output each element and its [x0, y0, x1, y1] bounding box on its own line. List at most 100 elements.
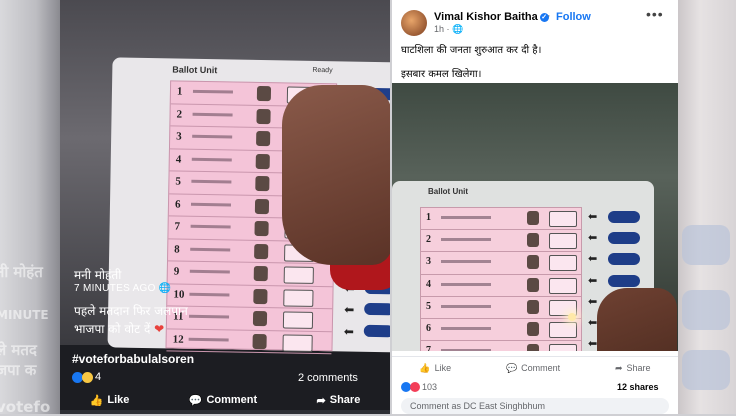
candidate-number: 10	[173, 288, 185, 301]
ghost-text: MINUTE	[0, 308, 49, 322]
arrow-left-icon: ⬅	[588, 232, 598, 245]
comment-label: Comment	[206, 394, 258, 406]
blurred-shape	[682, 350, 730, 390]
voter-hand	[282, 85, 390, 265]
share-label: Share	[626, 363, 651, 373]
party-symbol	[549, 321, 577, 338]
ballot-row: 9	[167, 261, 333, 287]
ghost-text: ले मतद	[0, 341, 37, 359]
ballot-row: 5	[421, 297, 581, 319]
arrow-left-icon: ⬅	[588, 211, 598, 223]
party-symbol	[549, 211, 577, 227]
candidate-number: 12	[172, 332, 184, 346]
candidate-photo	[253, 265, 268, 282]
candidate-number: 4	[175, 153, 182, 166]
blurred-background-right	[676, 0, 736, 414]
story-caption-line1: पहले मतदान फिर जलपान	[74, 304, 188, 318]
facebook-post: Vimal Kishor Baitha ✓ · Follow ••• 1h · 🌐…	[392, 0, 678, 414]
ready-led	[568, 313, 576, 321]
ghost-text: votefo	[0, 398, 51, 416]
candidate-name	[189, 269, 230, 274]
avatar[interactable]	[401, 10, 427, 36]
candidate-number: 7	[426, 345, 431, 351]
thumbs-up-icon: 👍	[419, 362, 431, 373]
candidate-name	[441, 282, 491, 286]
ghost-text: जपा क	[0, 361, 37, 379]
party-symbol	[282, 333, 313, 352]
candidate-photo	[253, 288, 268, 304]
arrow-left-icon: ⬅	[588, 316, 598, 329]
ready-label: Ready	[312, 66, 333, 75]
comments-count-link[interactable]: 2 comments	[298, 372, 358, 384]
candidate-name	[190, 202, 232, 206]
story-caption-line2: भाजपा को वोट दें ❤	[74, 320, 164, 337]
candidate-name	[192, 134, 233, 139]
comment-label: Comment	[521, 363, 561, 373]
post-photo[interactable]: Ballot Unit 1 2 3 4 5 6 7 ⬅ ⬅ ⬅ ⬅ ⬅ ⬅ ⬅	[392, 83, 678, 351]
arrow-left-icon: ⬅	[588, 253, 598, 266]
candidate-photo	[252, 333, 267, 349]
arrow-left-icon: ⬅	[588, 295, 598, 308]
party-symbol	[549, 255, 577, 272]
vote-button	[364, 302, 390, 316]
evm-button-row: ⬅	[340, 320, 390, 343]
hashtag-link[interactable]: #voteforbabulalsoren	[72, 352, 194, 366]
separator-dot: ·	[547, 10, 551, 22]
post-action-bar: 👍 Like 💬 Comment ➦ Share	[392, 356, 678, 379]
candidate-photo	[527, 233, 539, 248]
share-button[interactable]: ➦ Share	[615, 363, 651, 374]
post-text-line2: इसबार कमल खिलेगा।	[401, 69, 482, 80]
comment-bubble-icon: 💬	[188, 394, 203, 407]
like-button[interactable]: 👍 Like	[90, 390, 130, 410]
ballot-row: 1	[421, 208, 581, 231]
candidate-photo	[527, 344, 539, 351]
blurred-shape	[682, 290, 730, 330]
comment-button[interactable]: 💬 Comment	[506, 363, 560, 374]
like-button[interactable]: 👍 Like	[419, 363, 451, 374]
candidate-number: 7	[174, 220, 181, 233]
post-author[interactable]: Vimal Kishor Baitha ✓	[434, 11, 549, 23]
candidate-number: 9	[173, 265, 180, 278]
reaction-summary[interactable]: 103	[401, 382, 437, 392]
follow-button[interactable]: Follow	[556, 11, 591, 23]
evm-button-row: ⬅	[586, 249, 652, 270]
party-symbol	[549, 233, 577, 250]
vote-button	[608, 232, 640, 245]
evm-button-row: ⬅	[586, 228, 652, 249]
candidate-number: 8	[174, 243, 180, 256]
candidate-name	[441, 260, 491, 264]
arrow-left-icon: ⬅	[588, 274, 598, 287]
story-timestamp: 7 MINUTES AGO 🌐	[74, 283, 172, 294]
story-author[interactable]: मनी मोहंती	[74, 266, 121, 283]
party-symbol	[549, 277, 577, 294]
evm-button-row: ⬅	[340, 298, 390, 321]
candidate-name	[192, 112, 233, 117]
candidate-number: 3	[426, 256, 431, 268]
comment-button[interactable]: 💬 Comment	[189, 390, 257, 410]
share-label: Share	[329, 394, 361, 406]
ballot-row: 4	[421, 275, 581, 297]
party-symbol	[283, 266, 314, 284]
share-button[interactable]: ➦ Share	[317, 390, 361, 410]
like-label: Like	[107, 394, 130, 406]
ballot-paper: 1 2 3 4 5 6 7	[420, 207, 582, 351]
comment-input[interactable]: Comment as DC East Singhbhum	[401, 398, 669, 414]
voter-hand	[597, 288, 677, 351]
candidate-name	[441, 216, 491, 219]
reaction-count: 4	[95, 371, 102, 383]
globe-icon: 🌐	[158, 283, 172, 294]
candidate-name	[188, 337, 229, 341]
candidate-name	[441, 349, 491, 351]
arrow-left-icon: ⬅	[588, 338, 598, 351]
story-time-text: 7 MINUTES AGO	[74, 283, 156, 294]
story-panel: Ballot Unit Ready 123456789101112 ⬅⬅⬅⬅⬅⬅…	[60, 0, 390, 414]
vote-button	[608, 253, 640, 266]
vote-button	[363, 324, 390, 337]
reaction-summary[interactable]: 4	[72, 371, 101, 383]
laugh-reaction-icon	[82, 371, 93, 383]
candidate-photo	[254, 198, 270, 214]
post-timestamp[interactable]: 1h · 🌐	[434, 24, 463, 35]
shares-count[interactable]: 12 shares	[617, 382, 659, 392]
post-time-text: 1h	[434, 24, 445, 34]
more-options-icon[interactable]: •••	[646, 6, 664, 22]
